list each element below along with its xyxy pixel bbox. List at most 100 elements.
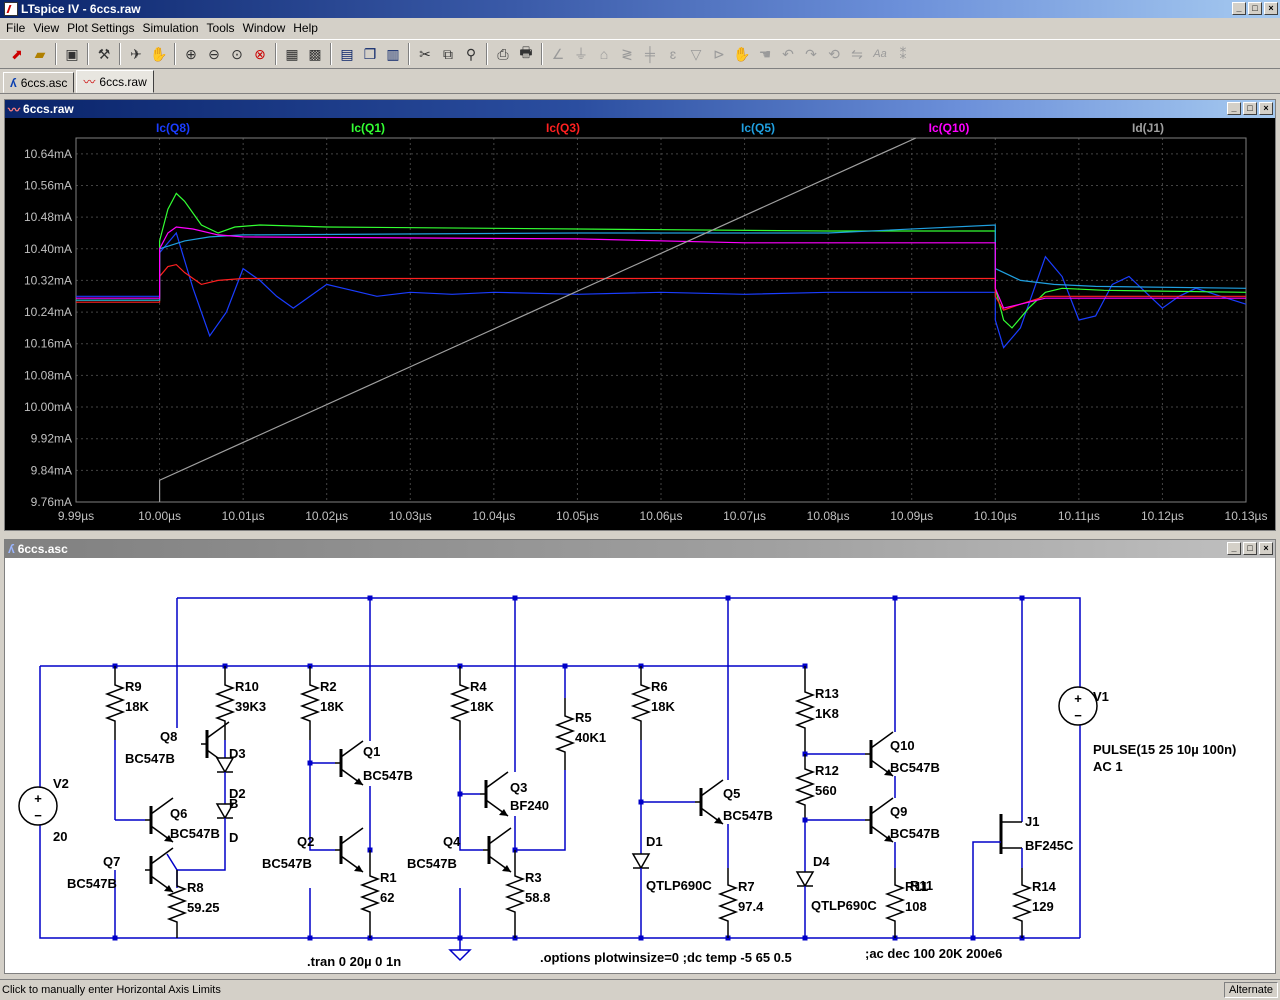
component-value[interactable]: BC547B	[262, 856, 312, 871]
component-ref[interactable]: R8	[187, 880, 204, 895]
resistor-r2[interactable]	[299, 666, 321, 740]
menu-simulation[interactable]: Simulation	[139, 21, 203, 35]
print-preview-icon[interactable]: ⎙	[492, 43, 514, 65]
x-tick-label[interactable]: 10.05µs	[556, 509, 599, 523]
x-tick-label[interactable]: 10.13µs	[1225, 509, 1268, 523]
run-icon[interactable]: ✈	[125, 43, 147, 65]
trace-label[interactable]: Id(J1)	[1132, 121, 1164, 135]
component-value[interactable]: 1K8	[815, 706, 839, 721]
component-value[interactable]: B	[229, 796, 238, 811]
minimize-button[interactable]: _	[1232, 2, 1246, 15]
x-tick-label[interactable]: 10.11µs	[1058, 509, 1100, 523]
restore-button[interactable]: □	[1243, 102, 1257, 115]
resistor-r9[interactable]	[104, 666, 126, 740]
resistor-r8[interactable]	[166, 870, 188, 938]
component-value[interactable]: 18K	[320, 699, 344, 714]
component-value[interactable]: 129	[1032, 899, 1054, 914]
save-icon[interactable]: ▣	[61, 43, 83, 65]
component-value[interactable]: BC547B	[890, 826, 940, 841]
component-value[interactable]: 97.4	[738, 899, 764, 914]
undo-icon[interactable]: ↶	[777, 43, 799, 65]
x-tick-label[interactable]: 10.09µs	[890, 509, 933, 523]
resistor-r7[interactable]	[717, 868, 739, 938]
component-ref[interactable]: D	[229, 830, 238, 845]
component-ref[interactable]: V2	[53, 776, 69, 791]
component-value[interactable]: BF240	[510, 798, 549, 813]
zoom-in-icon[interactable]: ⊕	[180, 43, 202, 65]
spice-directive[interactable]: .options plotwinsize=0 ;dc temp -5 65 0.…	[540, 950, 792, 965]
component-value[interactable]: AC 1	[1093, 759, 1123, 774]
component-ref[interactable]: R9	[125, 679, 142, 694]
component-ref[interactable]: R12	[815, 763, 839, 778]
tile-vertical-icon[interactable]: ▥	[382, 43, 404, 65]
spice-directive[interactable]: ;ac dec 100 20K 200e6	[865, 946, 1002, 961]
resistor-r14[interactable]	[1011, 868, 1033, 938]
cut-icon[interactable]: ✂	[414, 43, 436, 65]
component-ref[interactable]: Q1	[363, 744, 380, 759]
menu-file[interactable]: File	[2, 21, 29, 35]
wire[interactable]	[177, 597, 1081, 938]
schematic-canvas[interactable]: R918KR1039K3R859.25+−V220Q8BC547B D3D2BDQ…	[5, 558, 1275, 973]
component-value[interactable]: BF245C	[1025, 838, 1074, 853]
open-icon[interactable]: ▰	[29, 43, 51, 65]
component-ref[interactable]: R14	[1032, 879, 1057, 894]
control-panel-icon[interactable]: ⚒	[93, 43, 115, 65]
component-ref[interactable]: R11	[910, 878, 933, 893]
menu-view[interactable]: View	[29, 21, 63, 35]
resistor-r5[interactable]	[554, 698, 576, 770]
label-icon[interactable]: ⌂	[593, 43, 615, 65]
y-tick-label[interactable]: 10.48mA	[24, 210, 72, 224]
y-tick-label[interactable]: 9.92mA	[31, 432, 72, 446]
close-button[interactable]: ×	[1259, 102, 1273, 115]
resistor-r4[interactable]	[449, 666, 471, 740]
diode-d1[interactable]	[631, 853, 651, 870]
component-ref[interactable]: R13	[815, 686, 839, 701]
wire[interactable]	[640, 740, 695, 803]
y-tick-label[interactable]: 10.16mA	[24, 337, 72, 351]
move-icon[interactable]: ✋	[731, 43, 753, 65]
close-button[interactable]: ×	[1264, 2, 1278, 15]
ground-icon[interactable]: ⏚	[570, 43, 592, 65]
drag-icon[interactable]: ☚	[754, 43, 776, 65]
component-value[interactable]: BC547B	[170, 826, 220, 841]
x-tick-label[interactable]: 10.02µs	[305, 509, 348, 523]
component-ref[interactable]: Q7	[103, 854, 120, 869]
y-tick-label[interactable]: 10.32mA	[24, 273, 72, 287]
inductor-icon[interactable]: ɛ	[662, 43, 684, 65]
zoom-fit-icon[interactable]: ⊙	[226, 43, 248, 65]
y-tick-label[interactable]: 10.00mA	[24, 400, 72, 414]
new-schematic-icon[interactable]: ⬈	[6, 43, 28, 65]
component-value[interactable]: 108	[905, 899, 927, 914]
trace-label[interactable]: Ic(Q8)	[156, 121, 190, 135]
component-ref[interactable]: Q8	[160, 729, 177, 744]
component-ref[interactable]: D4	[813, 854, 830, 869]
component-ref[interactable]: R10	[235, 679, 259, 694]
wire[interactable]	[459, 794, 483, 851]
component-ref[interactable]: D1	[646, 834, 663, 849]
wire[interactable]	[972, 841, 1001, 938]
minus-sign[interactable]: −	[1074, 708, 1082, 723]
y-tick-label[interactable]: 10.64mA	[24, 147, 72, 161]
spice-directive-icon[interactable]: ⁑	[892, 43, 914, 65]
component-value[interactable]: 20	[53, 829, 67, 844]
wire[interactable]	[39, 666, 1080, 939]
tab-schematic[interactable]: ʎ 6ccs.asc	[3, 72, 75, 93]
component-value[interactable]: 39K3	[235, 699, 266, 714]
component-icon[interactable]: ⊳	[708, 43, 730, 65]
component-ref[interactable]: Q5	[723, 786, 740, 801]
redo-icon[interactable]: ↷	[800, 43, 822, 65]
component-value[interactable]: BC547B	[67, 876, 117, 891]
x-tick-label[interactable]: 10.07µs	[723, 509, 766, 523]
component-value[interactable]: BC547B	[363, 768, 413, 783]
component-value[interactable]: QTLP690C	[646, 878, 712, 893]
y-tick-label[interactable]: 10.08mA	[24, 368, 72, 382]
spice-directive[interactable]: .tran 0 20µ 0 1n	[307, 954, 401, 969]
component-value[interactable]: 59.25	[187, 900, 220, 915]
cascade-icon[interactable]: ❐	[359, 43, 381, 65]
component-ref[interactable]: Q6	[170, 806, 187, 821]
component-value[interactable]: 18K	[651, 699, 675, 714]
component-value[interactable]: PULSE(15 25 10µ 100n)	[1093, 742, 1236, 757]
resistor-r13[interactable]	[794, 666, 816, 754]
component-value[interactable]: 62	[380, 890, 394, 905]
x-tick-label[interactable]: 10.03µs	[389, 509, 432, 523]
